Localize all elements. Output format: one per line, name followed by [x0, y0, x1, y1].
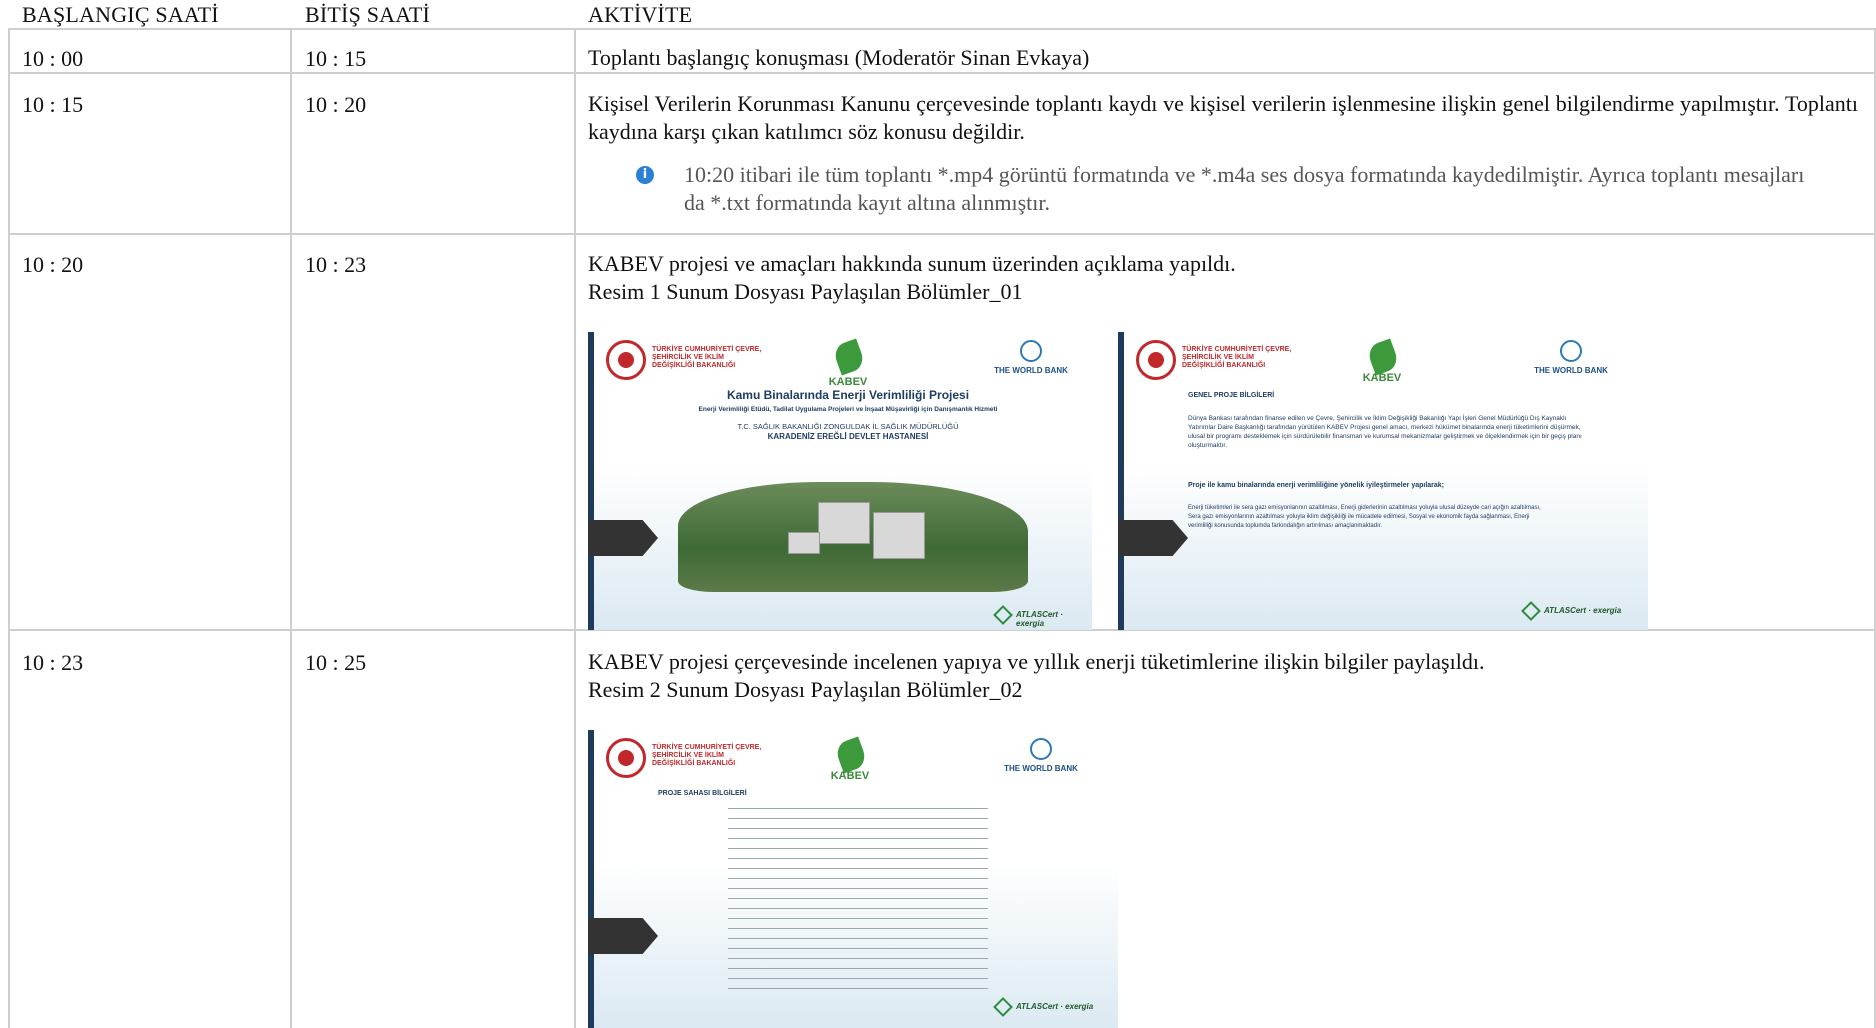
row2-note: 10:20 itibari ile tüm toplantı *.mp4 gör… — [684, 162, 1805, 215]
worldbank-globe-icon — [1030, 738, 1052, 760]
row-divider — [8, 233, 1876, 235]
kabev-logo: KABEV — [828, 376, 868, 388]
row-divider — [8, 72, 1876, 74]
slide1-line1: T.C. SAĞLIK BAKANLIĞI ZONGULDAK İL SAĞLI… — [737, 422, 959, 431]
presentation-slide-1: TÜRKİYE CUMHURİYETİ ÇEVRE, ŞEHİRCİLİK VE… — [588, 332, 1092, 630]
row4-caption: Resim 2 Sunum Dosyası Paylaşılan Bölümle… — [588, 677, 1023, 702]
row1-end: 10 : 15 — [305, 46, 367, 71]
row2-activity: Kişisel Verilerin Korunması Kanunu çerçe… — [588, 91, 1858, 144]
row2-end: 10 : 20 — [305, 92, 367, 117]
worldbank-logo: THE WORLD BANK — [1004, 764, 1078, 773]
worldbank-globe-icon — [1560, 340, 1582, 362]
slide-edge — [588, 332, 594, 630]
row4-end: 10 : 25 — [305, 650, 367, 675]
info-icon: i — [636, 166, 654, 184]
slide2-bullets: Enerji tüketimleri ile sera gazı emisyon… — [1188, 505, 1541, 529]
header-activity: AKTİVİTE — [588, 2, 693, 27]
kabev-leaf-icon — [1365, 338, 1401, 376]
presentation-slide-3: TÜRKİYE CUMHURİYETİ ÇEVRE, ŞEHİRCİLİK VE… — [588, 730, 1118, 1028]
building-shape — [873, 512, 925, 559]
slide3-heading: PROJE SAHASI BİLGİLERİ — [658, 790, 747, 797]
slide-footer-logos: ATLASCert · exergia — [1544, 606, 1622, 615]
slide-edge — [1118, 332, 1124, 630]
row2-start: 10 : 15 — [22, 92, 84, 117]
ministry-logo-text: TÜRKİYE CUMHURİYETİ ÇEVRE, ŞEHİRCİLİK VE… — [652, 346, 762, 369]
row3-caption: Resim 1 Sunum Dosyası Paylaşılan Bölümle… — [588, 279, 1023, 304]
row3-activity: KABEV projesi ve amaçları hakkında sunum… — [588, 251, 1236, 276]
ministry-seal-icon — [1136, 340, 1176, 380]
slide1-title: Kamu Binalarında Enerji Verimliliği Proj… — [726, 388, 970, 402]
kabev-logo: KABEV — [1362, 372, 1402, 384]
slide-edge — [588, 730, 594, 1028]
slide2-heading2: Proje ile kamu binalarında enerji veriml… — [1188, 482, 1444, 489]
slide-footer-logos: ATLASCert · exergia — [1016, 1002, 1094, 1011]
row4-activity: KABEV projesi çerçevesinde incelenen yap… — [588, 649, 1485, 674]
slide2-paragraph: Dünya Bankası tarafından finanse edilen … — [1188, 415, 1582, 449]
worldbank-logo: THE WORLD BANK — [994, 366, 1068, 375]
col-divider — [574, 28, 576, 1028]
row3-start: 10 : 20 — [22, 252, 84, 277]
slide-footer-logos: ATLASCert · exergia — [1016, 610, 1063, 628]
col-divider — [290, 28, 292, 1028]
slide1-subtitle: Enerji Verimliliği Etüdü, Tadilat Uygula… — [698, 406, 998, 413]
building-shape — [818, 502, 870, 544]
kabev-leaf-icon — [833, 736, 869, 774]
ministry-seal-icon — [606, 340, 646, 380]
ministry-seal-icon — [606, 738, 646, 778]
worldbank-globe-icon — [1020, 340, 1042, 362]
row3-end: 10 : 23 — [305, 252, 367, 277]
kabev-logo: KABEV — [830, 770, 870, 782]
header-end-time: BİTİŞ SAATİ — [305, 2, 431, 27]
row4-start: 10 : 23 — [22, 650, 84, 675]
building-shape — [788, 532, 820, 554]
row1-activity: Toplantı başlangıç konuşması (Moderatör … — [588, 45, 1090, 70]
ministry-logo-text: TÜRKİYE CUMHURİYETİ ÇEVRE, ŞEHİRCİLİK VE… — [1182, 346, 1292, 369]
row1-start: 10 : 00 — [22, 46, 84, 71]
presentation-slide-2: TÜRKİYE CUMHURİYETİ ÇEVRE, ŞEHİRCİLİK VE… — [1118, 332, 1648, 630]
kabev-leaf-icon — [831, 338, 867, 376]
ministry-logo-text: TÜRKİYE CUMHURİYETİ ÇEVRE, ŞEHİRCİLİK VE… — [652, 744, 762, 767]
col-divider — [8, 28, 10, 1028]
slide1-line2: KARADENİZ EREĞLİ DEVLET HASTANESİ — [767, 432, 929, 441]
header-start-time: BAŞLANGIÇ SAATİ — [22, 2, 219, 27]
worldbank-logo: THE WORLD BANK — [1534, 366, 1608, 375]
table-border-top — [8, 28, 1876, 30]
slide2-heading: GENEL PROJE BİLGİLERİ — [1188, 392, 1275, 399]
table-header: BAŞLANGIÇ SAATİ BİTİŞ SAATİ AKTİVİTE — [0, 0, 1876, 28]
